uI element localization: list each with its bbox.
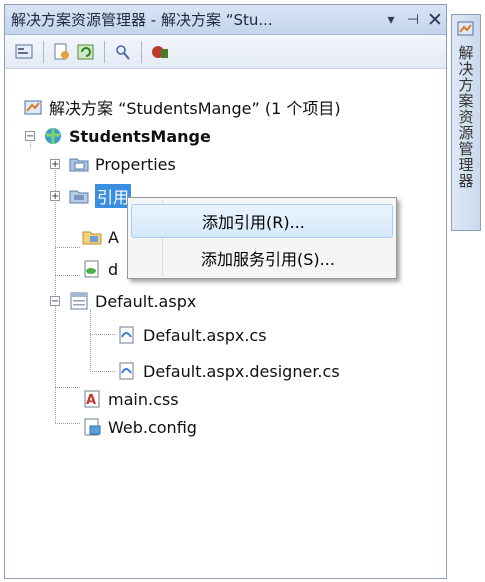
tree-item-project[interactable]: StudentsMange — [43, 122, 211, 150]
wcf-config-icon[interactable] — [148, 40, 172, 64]
panel-title: 解决方案资源管理器 - 解决方案 “Stu... — [11, 11, 273, 29]
toolbar-separator — [43, 40, 44, 63]
solution-explorer-panel: 解决方案资源管理器 - 解决方案 “Stu... ▾ ⊣ ✕ 解决方案 “Stu… — [4, 4, 447, 579]
expand-toggle[interactable]: + — [50, 159, 60, 170]
properties-folder-icon — [69, 158, 89, 172]
tree-connector — [90, 334, 115, 335]
tree-item-label: 引用 — [95, 184, 132, 208]
menu-item-add-reference[interactable]: 添加引用(R)... — [131, 204, 393, 238]
tree-item-label: Default.aspx.designer.cs — [143, 361, 340, 381]
close-icon[interactable]: ✕ — [424, 9, 446, 31]
tree-connector — [55, 247, 80, 248]
toolbar-separator — [141, 40, 142, 63]
tree-item-properties[interactable]: Properties — [69, 150, 176, 178]
csharp-file-icon — [119, 326, 134, 344]
tree-item-label: 解决方案 “StudentsMange” (1 个项目) — [49, 99, 341, 118]
context-menu: 添加引用(R)... 添加服务引用(S)... — [127, 197, 397, 279]
tree-connector — [90, 310, 91, 372]
tree-item-app-data[interactable]: A — [82, 223, 119, 251]
web-form-icon — [70, 292, 88, 310]
show-all-files-icon[interactable] — [50, 40, 74, 64]
menu-item-add-service-reference[interactable]: 添加服务引用(S)... — [131, 241, 393, 275]
stylesheet-icon: A — [84, 390, 100, 408]
tree-connector — [55, 423, 80, 424]
tree-item-label: Web.config — [108, 417, 197, 437]
solution-explorer-side-tab[interactable]: 解决方案资源管理器 — [451, 14, 481, 231]
tree-item-references[interactable]: 引用 — [69, 182, 132, 210]
tree-item-label: StudentsMange — [69, 126, 211, 146]
toolbar-separator — [104, 40, 105, 63]
tree-item-label: Default.aspx — [95, 291, 197, 311]
properties-icon[interactable] — [13, 40, 37, 64]
tree-item-label: Default.aspx.cs — [143, 325, 267, 345]
references-folder-icon — [69, 190, 89, 204]
config-file-icon — [84, 418, 101, 436]
expand-toggle[interactable]: + — [50, 191, 60, 202]
csharp-file-icon — [119, 362, 134, 380]
tree-item-label: main.css — [108, 389, 179, 409]
panel-titlebar: 解决方案资源管理器 - 解决方案 “Stu... ▾ ⊣ ✕ — [5, 5, 446, 35]
solution-tree: 解决方案 “StudentsMange” (1 个项目) − StudentsM… — [5, 83, 446, 578]
panel-toolbar — [5, 35, 446, 69]
tree-item-label: Properties — [95, 154, 176, 174]
tree-item-default-designer-cs[interactable]: Default.aspx.designer.cs — [117, 357, 340, 385]
collapse-toggle[interactable]: − — [25, 131, 35, 142]
tree-item-default-cs[interactable]: Default.aspx.cs — [117, 321, 267, 349]
side-tab-label: 解决方案资源管理器 — [456, 45, 475, 189]
tree-connector — [55, 387, 80, 388]
folder-icon — [82, 231, 102, 245]
solution-icon — [24, 100, 42, 115]
tree-item-solution[interactable]: 解决方案 “StudentsMange” (1 个项目) — [23, 93, 341, 121]
tree-connector — [55, 163, 56, 423]
tree-connector — [55, 275, 80, 276]
collapse-toggle[interactable]: − — [50, 296, 60, 307]
svg-text:A: A — [86, 393, 96, 408]
tree-item-main-css[interactable]: A main.css — [82, 385, 179, 413]
view-class-diagram-icon[interactable] — [111, 40, 135, 64]
tree-item-default-aspx[interactable]: Default.aspx — [69, 287, 196, 315]
auto-hide-pin-icon[interactable]: ⊣ — [402, 9, 424, 31]
web-project-icon — [45, 128, 61, 144]
menu-item-label: 添加引用(R)... — [202, 213, 305, 232]
refresh-icon[interactable] — [74, 40, 98, 64]
solution-explorer-tab-icon — [457, 21, 474, 36]
database-file-icon — [84, 260, 99, 278]
menu-item-label: 添加服务引用(S)... — [201, 250, 335, 269]
tree-item-label: d — [108, 259, 119, 279]
tree-item-database[interactable]: d — [82, 255, 118, 283]
tree-item-web-config[interactable]: Web.config — [82, 413, 197, 441]
tree-item-label: A — [108, 227, 119, 247]
window-position-dropdown-icon[interactable]: ▾ — [380, 9, 402, 31]
tree-connector — [90, 371, 115, 372]
